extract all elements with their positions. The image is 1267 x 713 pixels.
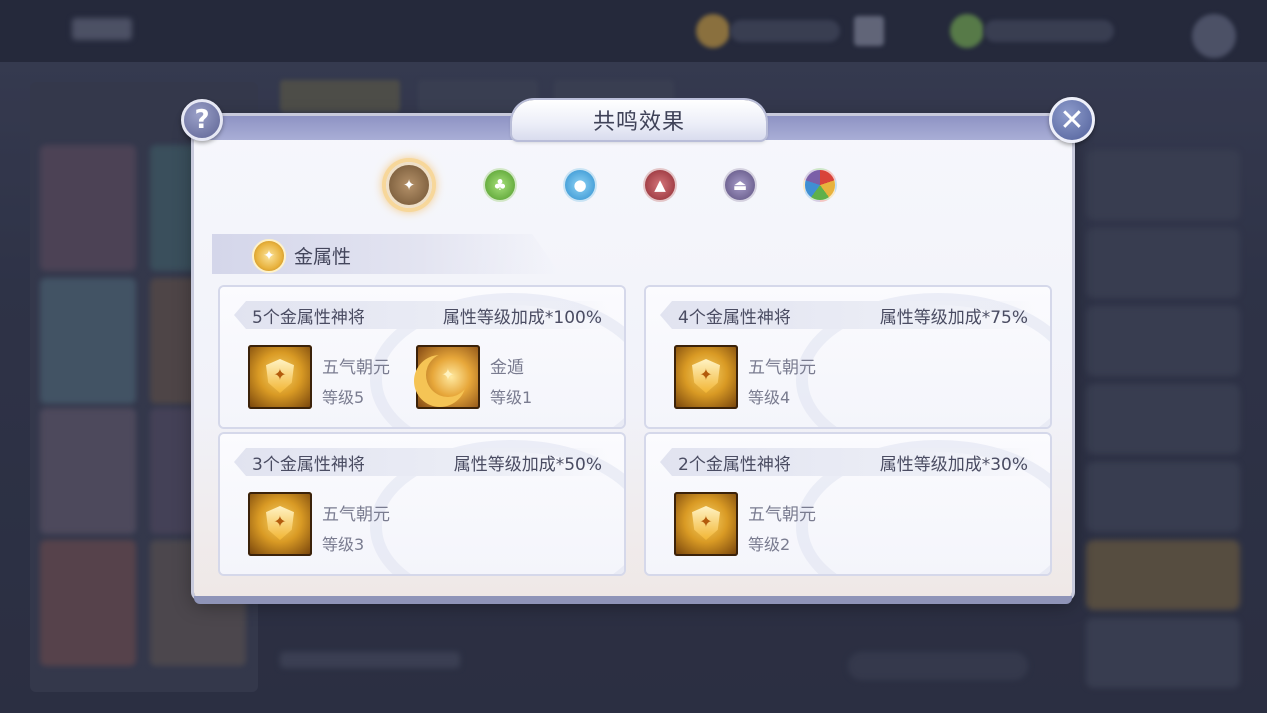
skill-level: 等级4: [748, 388, 791, 407]
skill-name: 五气朝元: [748, 505, 816, 525]
tier-count-label: 5个金属性神将: [252, 308, 365, 328]
element-tab-water[interactable]: ●: [563, 168, 597, 202]
mountain-icon: ⏏: [732, 176, 748, 194]
metal-attribute-icon: ✦: [252, 239, 286, 273]
tier-bonus-label: 属性等级加成*100%: [442, 308, 602, 328]
tier-count-label: 3个金属性神将: [252, 455, 365, 475]
dialog-title: 共鸣效果: [592, 110, 685, 135]
skill-level: 等级2: [748, 535, 791, 554]
help-button[interactable]: ?: [181, 99, 223, 141]
shield-icon[interactable]: ✦: [674, 492, 738, 556]
tier-card: 4个金属性神将 属性等级加成*75% ✦ 五气朝元 等级4: [646, 287, 1050, 427]
element-tab-fire[interactable]: ▲: [643, 168, 677, 202]
shield-icon[interactable]: ✦: [248, 492, 312, 556]
shield-icon[interactable]: ✦: [674, 345, 738, 409]
skill-level: 等级5: [322, 388, 365, 407]
moon-icon[interactable]: ✦: [416, 345, 480, 409]
tier-bonus-label: 属性等级加成*30%: [879, 455, 1028, 475]
element-tab-earth[interactable]: ⏏: [723, 168, 757, 202]
skill-name: 五气朝元: [322, 505, 390, 525]
tier-bonus-label: 属性等级加成*75%: [879, 308, 1028, 328]
skill-level: 等级3: [322, 535, 365, 554]
dialog-bottom-border: [194, 596, 1072, 604]
element-tab-all[interactable]: [803, 168, 837, 202]
leaf-icon: ♣: [493, 176, 507, 194]
close-button[interactable]: ✕: [1049, 97, 1095, 143]
question-mark-icon: ?: [194, 105, 210, 135]
tier-card: 3个金属性神将 属性等级加成*50% ✦ 五气朝元 等级3: [220, 434, 624, 574]
element-tab-metal[interactable]: ✦: [386, 162, 432, 208]
tier-card: 2个金属性神将 属性等级加成*30% ✦ 五气朝元 等级2: [646, 434, 1050, 574]
skill-name: 金遁: [490, 358, 524, 378]
skill-level: 等级1: [490, 388, 533, 407]
close-icon: ✕: [1059, 102, 1085, 138]
shield-icon[interactable]: ✦: [248, 345, 312, 409]
element-tab-wood[interactable]: ♣: [483, 168, 517, 202]
tier-bonus-label: 属性等级加成*50%: [453, 455, 602, 475]
section-title: 金属性: [294, 246, 352, 268]
water-drop-icon: ●: [573, 176, 587, 194]
metal-element-icon: ✦: [402, 176, 416, 194]
skill-name: 五气朝元: [322, 358, 390, 378]
tier-count-label: 4个金属性神将: [678, 308, 791, 328]
flame-icon: ▲: [654, 176, 666, 194]
tier-count-label: 2个金属性神将: [678, 455, 791, 475]
skill-name: 五气朝元: [748, 358, 816, 378]
dialog-title-plate: 共鸣效果: [512, 100, 766, 140]
tier-card: 5个金属性神将 属性等级加成*100% ✦ 五气朝元 等级5 ✦ 金遁 等级1: [220, 287, 624, 427]
